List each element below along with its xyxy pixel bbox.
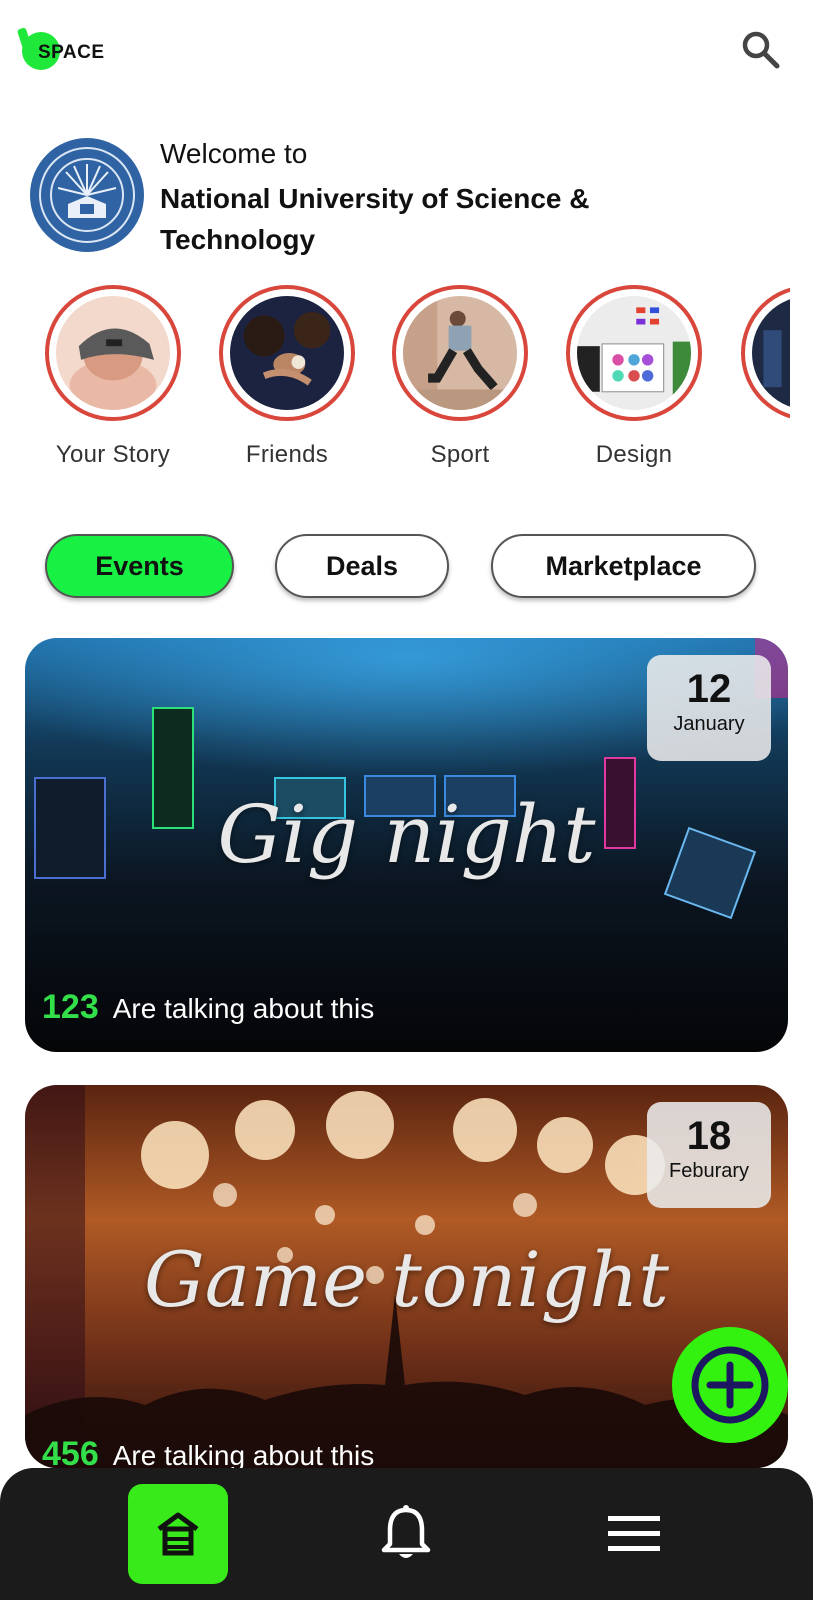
- story-your-story[interactable]: Your Story: [38, 285, 188, 469]
- university-logo: [30, 138, 144, 252]
- event-date-day: 18: [686, 1114, 732, 1158]
- bottom-navigation: [0, 1468, 813, 1600]
- event-date-badge: 12 January: [647, 655, 771, 761]
- talk-text: Are talking about this: [112, 993, 375, 1024]
- stories-row[interactable]: Your Story Friends Sport Design: [0, 285, 790, 485]
- menu-icon: [608, 1516, 660, 1551]
- search-icon: [742, 31, 780, 69]
- story-thumbnail: [577, 296, 691, 410]
- nav-notifications-button[interactable]: [380, 1504, 432, 1564]
- event-title: Game tonight: [144, 1235, 669, 1324]
- story-next[interactable]: F: [734, 285, 790, 469]
- plus-circle-icon: [691, 1346, 769, 1424]
- story-thumbnail: [752, 296, 790, 410]
- university-name: National University of Science & Technol…: [160, 183, 590, 255]
- home-icon: [157, 1512, 199, 1556]
- app-logo[interactable]: SPACE: [16, 27, 108, 78]
- story-label: F: [734, 441, 790, 469]
- filter-deals[interactable]: Deals: [275, 534, 449, 598]
- filter-marketplace[interactable]: Marketplace: [491, 534, 756, 598]
- story-thumbnail: [403, 296, 517, 410]
- story-label: Friends: [245, 441, 329, 468]
- add-button[interactable]: [672, 1327, 788, 1443]
- story-thumbnail: [230, 296, 344, 410]
- story-thumbnail: [56, 296, 170, 410]
- talk-count: 123: [42, 988, 99, 1026]
- event-talk-line: 456 Are talking about this: [42, 1435, 374, 1468]
- story-label: Your Story: [55, 441, 171, 468]
- story-design[interactable]: Design: [559, 285, 709, 469]
- story-label: Sport: [430, 441, 490, 468]
- event-date-month: January: [673, 713, 745, 735]
- event-talk-line: 123 Are talking about this: [42, 988, 374, 1027]
- welcome-greeting: Welcome to: [160, 138, 308, 169]
- event-date-day: 12: [686, 667, 732, 711]
- bell-icon: [381, 1505, 431, 1558]
- search-button[interactable]: [739, 28, 783, 72]
- story-friends[interactable]: Friends: [212, 285, 362, 469]
- talk-count: 456: [42, 1435, 99, 1468]
- nav-menu-button[interactable]: [606, 1512, 662, 1556]
- story-sport[interactable]: Sport: [385, 285, 535, 469]
- event-title: Gig night: [217, 788, 596, 881]
- event-card-game-tonight[interactable]: Game tonight 18 Feburary 456 Are talking …: [25, 1085, 788, 1468]
- filter-events[interactable]: Events: [45, 534, 234, 598]
- event-card-gig-night[interactable]: Gig night 12 January 123 Are talking abou…: [25, 638, 788, 1052]
- story-label: Design: [595, 441, 673, 468]
- nav-home-button[interactable]: [128, 1484, 228, 1584]
- talk-text: Are talking about this: [112, 1440, 375, 1468]
- logo-text: SPACE: [38, 42, 105, 63]
- event-date-badge: 18 Feburary: [647, 1102, 771, 1208]
- event-date-month: Feburary: [668, 1160, 750, 1182]
